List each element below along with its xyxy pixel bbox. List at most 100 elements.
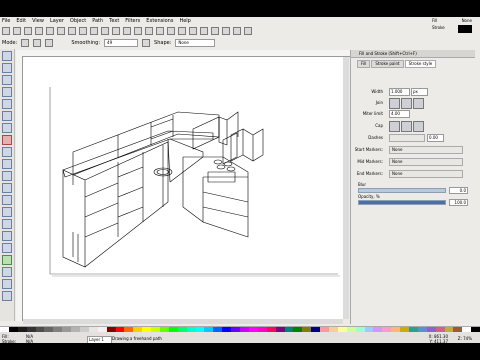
palette-swatch[interactable] (453, 327, 463, 332)
miter-join-icon[interactable] (389, 98, 400, 109)
start-markers-select[interactable]: None (389, 146, 463, 154)
color-palette[interactable] (0, 327, 480, 332)
square-cap-icon[interactable] (413, 121, 424, 132)
palette-swatch[interactable] (284, 327, 294, 332)
dash-pattern-select[interactable] (389, 134, 425, 142)
text-dialog-icon[interactable] (211, 26, 219, 35)
new-document-icon[interactable] (2, 26, 10, 35)
bspline-mode-icon[interactable] (45, 38, 54, 47)
open-icon[interactable] (13, 26, 21, 35)
shape-select[interactable]: None (175, 38, 216, 47)
3d-box-tool-icon[interactable] (2, 123, 12, 133)
palette-swatch[interactable] (44, 327, 54, 332)
palette-swatch[interactable] (231, 327, 241, 332)
opacity-slider[interactable] (358, 200, 446, 205)
align-icon[interactable] (233, 26, 241, 35)
palette-swatch[interactable] (177, 327, 187, 332)
palette-swatch[interactable] (97, 327, 107, 332)
xml-editor-icon[interactable] (222, 26, 230, 35)
miter-limit-input[interactable]: 4.00 (389, 110, 410, 118)
zoom-drawing-icon[interactable] (134, 26, 142, 35)
gradient-tool-icon[interactable] (2, 255, 12, 265)
zoom-indicator[interactable]: Z: 74% (458, 336, 472, 341)
spray-tool-icon[interactable] (2, 219, 12, 229)
palette-swatch[interactable] (133, 327, 143, 332)
menu-path[interactable]: Path (92, 18, 103, 24)
palette-swatch[interactable] (364, 327, 374, 332)
pen-tool-icon[interactable] (2, 183, 12, 193)
mid-markers-select[interactable]: None (389, 158, 463, 166)
ungroup-icon[interactable] (189, 26, 197, 35)
palette-swatch[interactable] (8, 327, 18, 332)
palette-swatch[interactable] (435, 327, 445, 332)
save-icon[interactable] (24, 26, 32, 35)
palette-swatch[interactable] (471, 327, 480, 332)
stroke-swatch[interactable] (458, 25, 472, 33)
palette-swatch[interactable] (160, 327, 169, 332)
selector-tool-icon[interactable] (2, 51, 12, 61)
cut-icon[interactable] (101, 26, 109, 35)
palette-swatch[interactable] (320, 327, 329, 332)
palette-swatch[interactable] (311, 327, 321, 332)
palette-swatch[interactable] (26, 327, 36, 332)
palette-swatch[interactable] (195, 327, 205, 332)
import-icon[interactable] (46, 26, 54, 35)
export-icon[interactable] (57, 26, 65, 35)
reset-icon[interactable] (142, 38, 151, 47)
blur-slider[interactable] (358, 188, 446, 193)
palette-swatch[interactable] (62, 327, 72, 332)
palette-swatch[interactable] (35, 327, 45, 332)
palette-swatch[interactable] (88, 327, 98, 332)
group-icon[interactable] (178, 26, 186, 35)
tweak-tool-icon[interactable] (2, 75, 12, 85)
rectangle-tool-icon[interactable] (2, 111, 12, 121)
menu-edit[interactable]: Edit (16, 18, 26, 24)
palette-swatch[interactable] (0, 327, 9, 332)
blur-input[interactable]: 0.0 (449, 187, 468, 194)
dash-offset-input[interactable]: 0.00 (427, 134, 444, 142)
width-unit-select[interactable]: px (411, 88, 428, 96)
connector-tool-icon[interactable] (2, 291, 12, 301)
zoom-page-icon[interactable] (145, 26, 153, 35)
width-input[interactable]: 1.000 (389, 88, 410, 96)
menu-layer[interactable]: Layer (50, 18, 64, 24)
menu-filters[interactable]: Filters (125, 18, 140, 24)
dropper-tool-icon[interactable] (2, 279, 12, 289)
tab-stroke-style[interactable]: Stroke style (404, 60, 437, 68)
star-tool-icon[interactable] (2, 147, 12, 157)
palette-swatch[interactable] (222, 327, 232, 332)
palette-swatch[interactable] (168, 327, 178, 332)
palette-swatch[interactable] (373, 327, 383, 332)
zoom-selection-icon[interactable] (123, 26, 131, 35)
undo-icon[interactable] (68, 26, 76, 35)
pencil-tool-icon[interactable] (2, 171, 12, 181)
palette-swatch[interactable] (71, 327, 81, 332)
palette-swatch[interactable] (151, 327, 161, 332)
palette-swatch[interactable] (248, 327, 258, 332)
tab-fill[interactable]: Fill (357, 60, 371, 68)
palette-swatch[interactable] (124, 327, 134, 332)
preferences-icon[interactable] (244, 26, 252, 35)
menu-file[interactable]: File (2, 18, 10, 24)
ellipse-tool-icon[interactable] (2, 135, 12, 145)
menu-object[interactable]: Object (70, 18, 86, 24)
palette-swatch[interactable] (382, 327, 392, 332)
menu-help[interactable]: Help (179, 18, 190, 24)
spiro-mode-icon[interactable] (33, 38, 42, 47)
end-markers-select[interactable]: None (389, 170, 463, 178)
palette-swatch[interactable] (355, 327, 365, 332)
palette-swatch[interactable] (142, 327, 152, 332)
copy-icon[interactable] (90, 26, 98, 35)
node-tool-icon[interactable] (2, 63, 12, 73)
palette-swatch[interactable] (462, 327, 472, 332)
palette-swatch[interactable] (240, 327, 249, 332)
calligraphy-tool-icon[interactable] (2, 195, 12, 205)
fill-stroke-dialog-icon[interactable] (200, 26, 208, 35)
palette-swatch[interactable] (391, 327, 401, 332)
palette-swatch[interactable] (80, 327, 89, 332)
round-cap-icon[interactable] (401, 121, 412, 132)
palette-swatch[interactable] (257, 327, 267, 332)
palette-swatch[interactable] (293, 327, 303, 332)
palette-swatch[interactable] (106, 327, 116, 332)
palette-swatch[interactable] (266, 327, 276, 332)
